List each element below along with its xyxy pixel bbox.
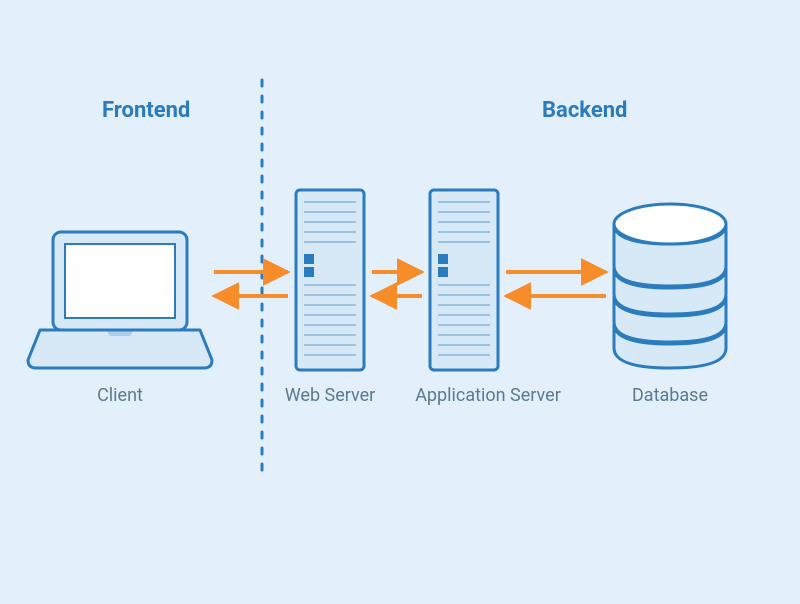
connection-web-app — [372, 272, 422, 296]
connection-app-database — [506, 272, 606, 296]
connection-client-web — [214, 272, 288, 296]
web-server-icon — [296, 190, 364, 370]
database-icon — [614, 204, 726, 368]
client-icon — [28, 232, 212, 368]
app-server-icon — [430, 190, 498, 370]
architecture-diagram — [0, 0, 800, 604]
